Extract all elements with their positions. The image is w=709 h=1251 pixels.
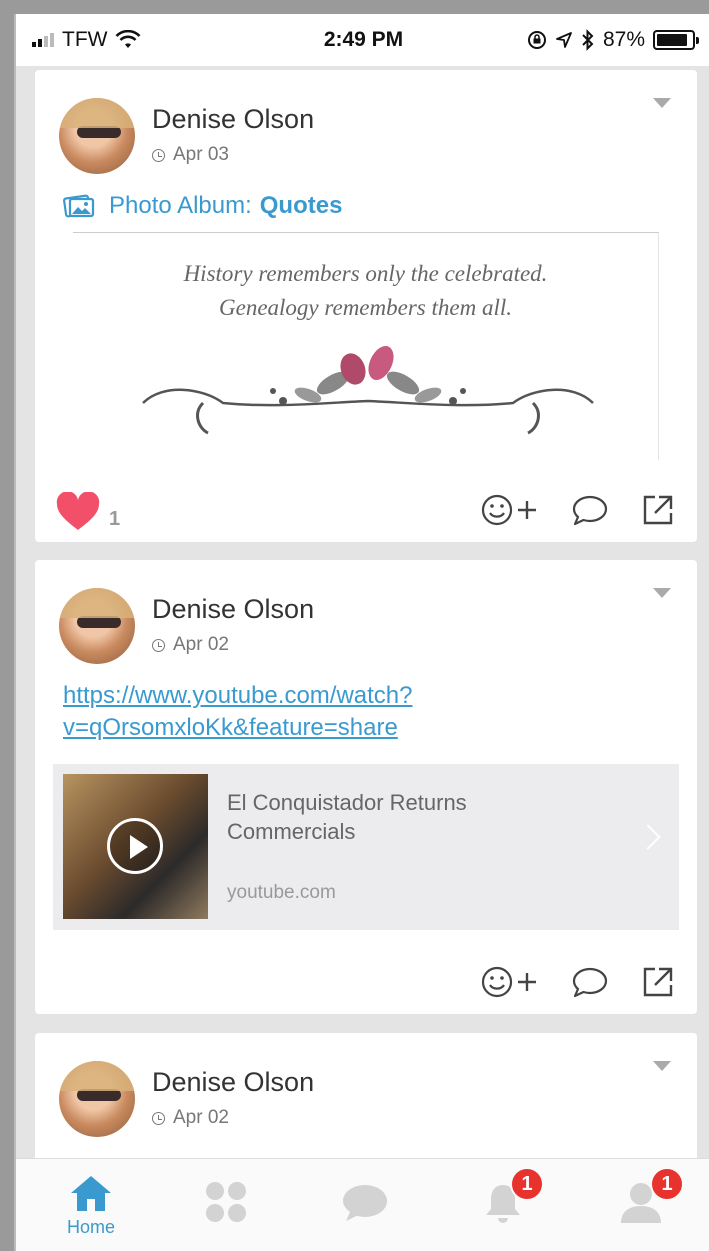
carrier-label: TFW [62,28,108,51]
add-reaction-icon[interactable] [481,964,539,1000]
battery-icon [653,30,699,50]
quote-image[interactable]: History remembers only the celebrated. G… [73,232,659,460]
tab-home-label: Home [66,1217,115,1237]
post-date-text: Apr 02 [173,634,229,655]
tab-groups[interactable] [171,1159,281,1251]
chevron-down-icon[interactable] [653,588,671,598]
notifications-badge: 1 [510,1167,544,1201]
author-name[interactable]: Denise Olson [152,104,314,135]
quote-line-1: History remembers only the celebrated. [183,261,548,286]
link-line-1: https://www.youtube.com/watch? [63,682,413,709]
video-thumbnail[interactable] [63,774,208,919]
location-icon [556,32,572,48]
profile-badge: 1 [650,1167,684,1201]
tab-messages[interactable] [310,1159,420,1251]
home-icon [71,1176,111,1211]
post-date-text: Apr 03 [173,144,229,165]
preview-title: El Conquistador Returns Commercials [227,790,467,844]
bluetooth-icon [582,29,594,51]
post-card: Denise Olson Apr 02 https://www.youtube.… [35,560,697,1014]
author-name[interactable]: Denise Olson [152,1067,314,1098]
wifi-icon [116,30,141,48]
battery-fill [657,34,687,46]
post-actions: 1 [35,482,697,542]
chevron-right-icon [635,824,661,850]
tab-home[interactable]: Home [36,1159,146,1251]
floral-ornament [142,346,594,435]
link-preview[interactable]: El Conquistador Returns Commercials yout… [53,764,679,930]
photo-album-icon [63,194,95,218]
tab-profile[interactable]: 1 [586,1159,696,1251]
action-icons [481,964,675,1000]
tab-notifications[interactable]: 1 [448,1159,558,1251]
play-icon[interactable] [107,818,163,874]
author-name[interactable]: Denise Olson [152,594,314,625]
photo-album-link[interactable]: Photo Album: Quotes [63,192,342,220]
app-screen: TFW 2:49 PM 87% Denise Olson Apr 03 Phot… [14,14,709,1251]
post-date-text: Apr 02 [173,1107,229,1128]
like-button[interactable]: 1 [55,492,120,532]
share-icon[interactable] [641,965,675,999]
post-date: Apr 02 [152,634,229,656]
chevron-down-icon[interactable] [653,98,671,108]
post-date: Apr 03 [152,144,229,166]
comment-icon[interactable] [571,965,609,999]
youtube-link[interactable]: https://www.youtube.com/watch? v=qOrsomx… [63,680,673,744]
add-reaction-icon[interactable] [481,492,539,528]
chevron-down-icon[interactable] [653,1061,671,1071]
orientation-lock-icon [527,31,546,49]
heart-icon [56,492,100,530]
clock-icon [152,638,165,652]
status-bar: TFW 2:49 PM 87% [16,14,709,66]
clock-icon [152,1111,165,1125]
post-card: Denise Olson Apr 03 Photo Album: Quotes … [35,70,697,542]
quote-text: History remembers only the celebrated. G… [73,257,658,325]
like-count: 1 [109,507,121,530]
chat-bubble-icon [343,1185,387,1221]
album-prefix: Photo Album: [109,192,252,219]
preview-domain: youtube.com [227,882,336,903]
grid-icon [206,1182,246,1222]
post-actions [35,954,697,1014]
bottom-tab-bar: Home 1 1 [16,1158,709,1251]
album-name: Quotes [259,192,343,219]
comment-icon[interactable] [571,493,609,527]
post-date: Apr 02 [152,1107,229,1129]
link-line-2: v=qOrsomxloKk&feature=share [63,714,398,741]
avatar[interactable] [59,98,135,174]
avatar[interactable] [59,588,135,664]
signal-icon [32,33,54,47]
action-icons [481,492,675,528]
battery-percent: 87% [602,28,645,51]
quote-line-2: Genealogy remembers them all. [219,295,512,320]
avatar[interactable] [59,1061,135,1137]
clock-icon [152,148,165,162]
share-icon[interactable] [641,493,675,527]
